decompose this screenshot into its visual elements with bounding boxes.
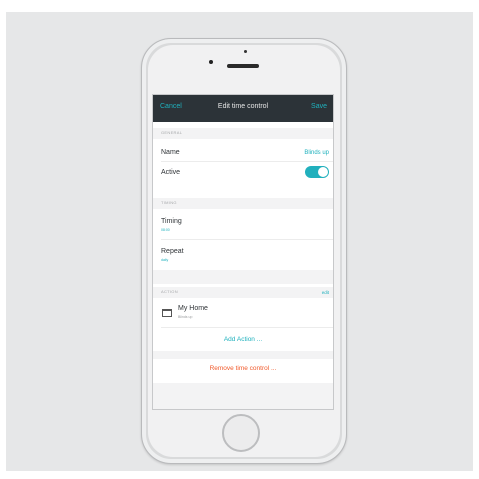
repeat-value: daily (161, 258, 169, 262)
section-spacer (153, 270, 333, 284)
timing-label[interactable]: Timing (161, 218, 182, 225)
timing-value: 08:00 (161, 228, 170, 232)
edit-link[interactable]: edit (322, 290, 329, 295)
divider (161, 327, 333, 328)
name-label: Name (161, 149, 180, 156)
page-title: Edit time control (217, 103, 269, 110)
section-header-timing: TIMING (153, 198, 333, 209)
section-header-action: ACTION (153, 287, 333, 298)
remove-time-control-button[interactable]: Remove time control ... (153, 365, 333, 372)
name-value[interactable]: Blinds up (304, 150, 329, 156)
device-name[interactable]: My Home (178, 305, 208, 312)
earpiece-speaker (227, 64, 259, 68)
phone-screen: Cancel Edit time control Save GENERAL Na… (152, 94, 334, 410)
divider (161, 161, 333, 162)
active-label: Active (161, 169, 181, 176)
front-sensor (244, 50, 247, 53)
add-action-button[interactable]: Add Action ... (153, 336, 333, 343)
section-spacer (153, 351, 333, 359)
window-icon (162, 309, 172, 317)
camera-icon (209, 60, 213, 64)
section-header-general: GENERAL (153, 128, 333, 139)
toggle-knob (318, 167, 328, 177)
divider (161, 239, 333, 240)
repeat-label[interactable]: Repeat (161, 248, 184, 255)
device-subtitle: Blinds up (178, 315, 193, 319)
home-button[interactable] (222, 414, 260, 452)
bottom-spacer (153, 383, 333, 409)
active-toggle[interactable] (305, 166, 329, 178)
navigation-bar: Cancel Edit time control Save (153, 95, 333, 122)
save-button[interactable]: Save (311, 103, 327, 110)
